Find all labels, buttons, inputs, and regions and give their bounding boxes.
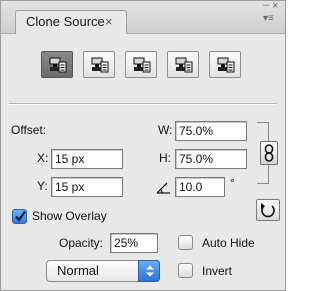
x-label: X: (37, 151, 49, 165)
link-scale-button[interactable] (260, 141, 278, 165)
clone-source-3-button[interactable] (125, 51, 157, 78)
select-arrows-icon (138, 260, 160, 282)
chain-link-icon (264, 144, 274, 162)
clone-stamp-icon (175, 57, 193, 73)
tab-close-icon[interactable]: × (105, 11, 113, 33)
blend-mode-select[interactable]: Normal (46, 260, 160, 282)
reset-transform-button[interactable] (256, 199, 280, 221)
x-offset-field[interactable]: 15 px (51, 149, 123, 169)
clone-source-4-button[interactable] (167, 51, 199, 78)
y-label: Y: (37, 179, 48, 193)
reset-arrow-icon (261, 203, 275, 218)
panel-close-icon[interactable]: × (272, 0, 278, 12)
invert-checkbox[interactable] (178, 263, 193, 278)
angle-icon (156, 182, 170, 194)
clone-source-1-button[interactable] (41, 51, 73, 78)
show-overlay-checkbox[interactable] (12, 209, 27, 224)
clone-source-5-button[interactable] (209, 51, 241, 78)
blend-mode-value: Normal (57, 263, 99, 278)
auto-hide-label: Auto Hide (202, 236, 255, 250)
offset-label: Offset: (11, 123, 47, 137)
opacity-field[interactable]: 25% (110, 233, 158, 253)
section-divider (9, 103, 277, 105)
height-scale-field[interactable]: 75.0% (175, 149, 247, 169)
width-scale-field[interactable]: 75.0% (175, 121, 247, 141)
invert-label: Invert (202, 264, 233, 278)
show-overlay-label: Show Overlay (32, 209, 107, 223)
rotation-angle-field[interactable]: 10.0 (175, 177, 225, 197)
w-label: W: (158, 123, 173, 137)
panel-titlebar: Clone Source × – × ▾≡ (1, 0, 285, 34)
clone-source-2-button[interactable] (83, 51, 115, 78)
tab-clone-source[interactable]: Clone Source × (15, 10, 127, 34)
clone-stamp-icon (133, 57, 151, 73)
clone-source-panel: Clone Source × – × ▾≡ Offset: X: 15 px Y… (0, 0, 286, 291)
degree-symbol: ° (230, 176, 235, 190)
auto-hide-checkbox[interactable] (178, 235, 193, 250)
checkmark-icon (15, 210, 26, 222)
tab-title: Clone Source (26, 14, 105, 29)
h-label: H: (159, 151, 171, 165)
opacity-label: Opacity: (59, 236, 104, 250)
clone-stamp-icon (217, 57, 235, 73)
collapse-icon[interactable]: – (263, 0, 269, 11)
clone-stamp-icon (49, 57, 67, 73)
panel-menu-icon[interactable]: ▾≡ (263, 13, 274, 24)
y-offset-field[interactable]: 15 px (51, 177, 123, 197)
clone-stamp-icon (91, 57, 109, 73)
